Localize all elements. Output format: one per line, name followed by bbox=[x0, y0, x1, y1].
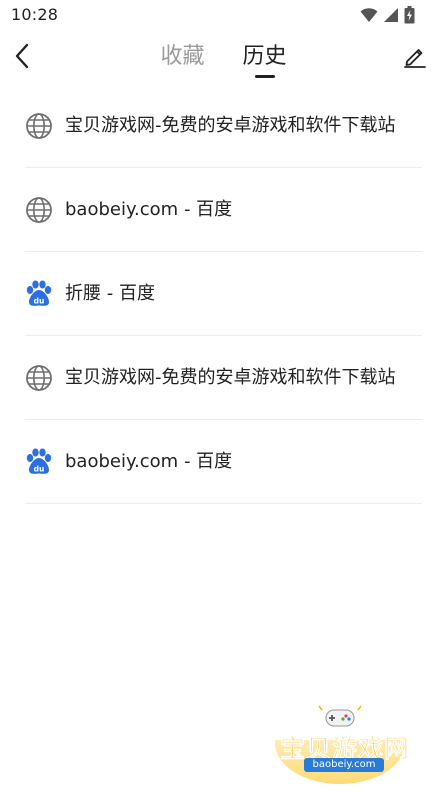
baidu-paw-icon: du bbox=[25, 448, 53, 476]
history-item-title: baobeiy.com - 百度 bbox=[65, 198, 233, 220]
gamepad-icon bbox=[318, 704, 362, 730]
wifi-icon bbox=[360, 7, 378, 23]
tab-bar: 收藏 历史 bbox=[0, 32, 447, 84]
history-list: 宝贝游戏网-免费的安卓游戏和软件下载站 baobeiy.com - 百度 du … bbox=[0, 84, 447, 504]
globe-icon bbox=[25, 112, 53, 140]
watermark-logo: 宝贝游戏网 baobeiy.com bbox=[270, 700, 420, 790]
tab-favorites-label: 收藏 bbox=[160, 44, 205, 69]
globe-icon bbox=[25, 196, 53, 224]
cellular-signal-icon bbox=[383, 7, 399, 23]
status-time: 10:28 bbox=[11, 5, 59, 24]
history-item-title: 宝贝游戏网-免费的安卓游戏和软件下载站 bbox=[65, 114, 396, 136]
tab-history[interactable]: 历史 bbox=[243, 32, 287, 84]
status-icons bbox=[360, 5, 415, 25]
history-item-title: 宝贝游戏网-免费的安卓游戏和软件下载站 bbox=[65, 366, 396, 388]
history-item[interactable]: du 折腰 - 百度 bbox=[25, 252, 422, 336]
globe-icon bbox=[25, 364, 53, 392]
history-item[interactable]: baobeiy.com - 百度 bbox=[25, 168, 422, 252]
svg-text:du: du bbox=[34, 296, 45, 305]
tab-history-label: 历史 bbox=[242, 44, 287, 69]
baidu-paw-icon: du bbox=[25, 280, 53, 308]
status-bar: 10:28 bbox=[0, 0, 447, 32]
watermark-url: baobeiy.com bbox=[304, 758, 384, 772]
history-item-title: baobeiy.com - 百度 bbox=[65, 450, 233, 472]
tab-favorites[interactable]: 收藏 bbox=[160, 32, 204, 84]
top-bar: 收藏 历史 bbox=[0, 32, 447, 84]
battery-charging-icon bbox=[404, 6, 415, 24]
history-item[interactable]: 宝贝游戏网-免费的安卓游戏和软件下载站 bbox=[25, 84, 422, 168]
pencil-icon bbox=[403, 44, 427, 72]
active-tab-indicator bbox=[254, 75, 275, 78]
history-item[interactable]: du baobeiy.com - 百度 bbox=[25, 420, 422, 504]
svg-text:du: du bbox=[34, 464, 45, 473]
edit-button[interactable] bbox=[399, 42, 431, 74]
history-item-title: 折腰 - 百度 bbox=[65, 282, 155, 304]
history-item[interactable]: 宝贝游戏网-免费的安卓游戏和软件下载站 bbox=[25, 336, 422, 420]
